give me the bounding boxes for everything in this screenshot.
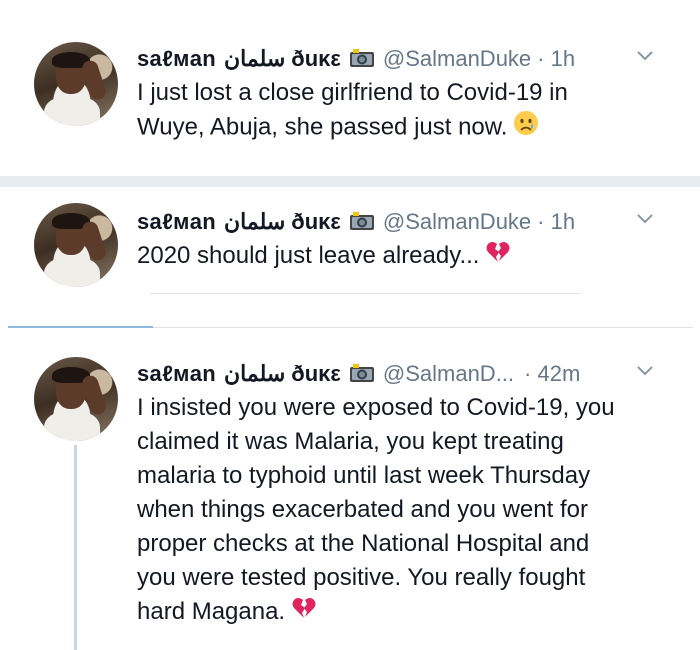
timestamp[interactable]: · 1h bbox=[537, 209, 575, 235]
tweet-text-line: Wuye, Abuja, she passed just now. bbox=[137, 110, 568, 146]
user-handle[interactable]: @SalmanDuke bbox=[383, 46, 531, 72]
tweet-2[interactable]: saℓмan سلمان ðuκε @SalmanDuke · 1h 2020 … bbox=[0, 187, 700, 312]
crying-face-icon bbox=[513, 110, 539, 146]
timestamp[interactable]: · 42m bbox=[524, 361, 580, 387]
tweet-1[interactable]: saℓмan سلمان ðuκε @SalmanDuke · 1h I jus… bbox=[0, 0, 700, 175]
tweet-header: saℓмan سلمان ðuκε @SalmanDuke · 1h bbox=[137, 44, 575, 74]
broken-heart-icon bbox=[485, 240, 511, 274]
user-handle[interactable]: @SalmanDuke bbox=[383, 209, 531, 235]
tweet-header: saℓмan سلمان ðuκε @SalmanDuke · 1h bbox=[137, 207, 575, 237]
avatar[interactable] bbox=[34, 42, 118, 126]
display-name-surname: ðuκε bbox=[291, 46, 341, 71]
timestamp[interactable]: · 1h bbox=[537, 46, 575, 72]
display-name-surname: ðuκε bbox=[291, 209, 341, 234]
tweet-text-line: 2020 should just leave already... bbox=[137, 239, 511, 274]
section-divider bbox=[153, 327, 693, 328]
tweet-text-line: you were tested positive. You really fou… bbox=[137, 564, 586, 591]
tweet-text: 2020 should just leave already... bbox=[137, 239, 511, 274]
chevron-down-icon[interactable] bbox=[636, 209, 654, 230]
tweet-header: saℓмan سلمان ðuκε @SalmanD... · 42m bbox=[137, 359, 580, 389]
display-name-surname: ðuκε bbox=[291, 361, 341, 386]
avatar[interactable] bbox=[34, 203, 118, 287]
display-name-arabic: سلمان bbox=[223, 209, 286, 234]
display-name[interactable]: saℓмan bbox=[137, 46, 216, 72]
tweet-text-line: hard Magana. bbox=[137, 595, 615, 630]
tweet-text: I just lost a close girlfriend to Covid-… bbox=[137, 76, 568, 146]
chevron-down-icon[interactable] bbox=[636, 361, 654, 382]
tweet-text: I insisted you were exposed to Covid-19,… bbox=[137, 391, 615, 630]
thread-connector-line bbox=[74, 445, 77, 650]
display-name[interactable]: saℓмan bbox=[137, 361, 216, 387]
display-name[interactable]: saℓмan bbox=[137, 209, 216, 235]
display-name-arabic: سلمان bbox=[223, 46, 286, 71]
tweet-text-line: I just lost a close girlfriend to Covid-… bbox=[137, 79, 568, 106]
broken-heart-icon bbox=[291, 596, 317, 630]
avatar[interactable] bbox=[34, 357, 118, 441]
tweet-separator bbox=[0, 176, 700, 187]
display-name-arabic: سلمان bbox=[223, 361, 286, 386]
camera-with-flash-icon bbox=[349, 211, 375, 231]
tweet-text-line: proper checks at the National Hospital a… bbox=[137, 530, 590, 557]
user-handle[interactable]: @SalmanD... bbox=[383, 361, 514, 387]
tweet-text-line: when things exacerbated and you went for bbox=[137, 496, 588, 523]
camera-with-flash-icon bbox=[349, 363, 375, 383]
tweet-text-line: malaria to typhoid until last week Thurs… bbox=[137, 462, 591, 489]
tweet-3[interactable]: saℓмan سلمان ðuκε @SalmanD... · 42m I in… bbox=[0, 335, 700, 650]
chevron-down-icon[interactable] bbox=[636, 46, 654, 67]
tab-indicator-line bbox=[8, 326, 153, 328]
camera-with-flash-icon bbox=[349, 48, 375, 68]
tweet-text-line: claimed it was Malaria, you kept treatin… bbox=[137, 428, 564, 455]
tweet-text-line: I insisted you were exposed to Covid-19,… bbox=[137, 394, 615, 421]
cut-off-text-line bbox=[150, 293, 580, 294]
